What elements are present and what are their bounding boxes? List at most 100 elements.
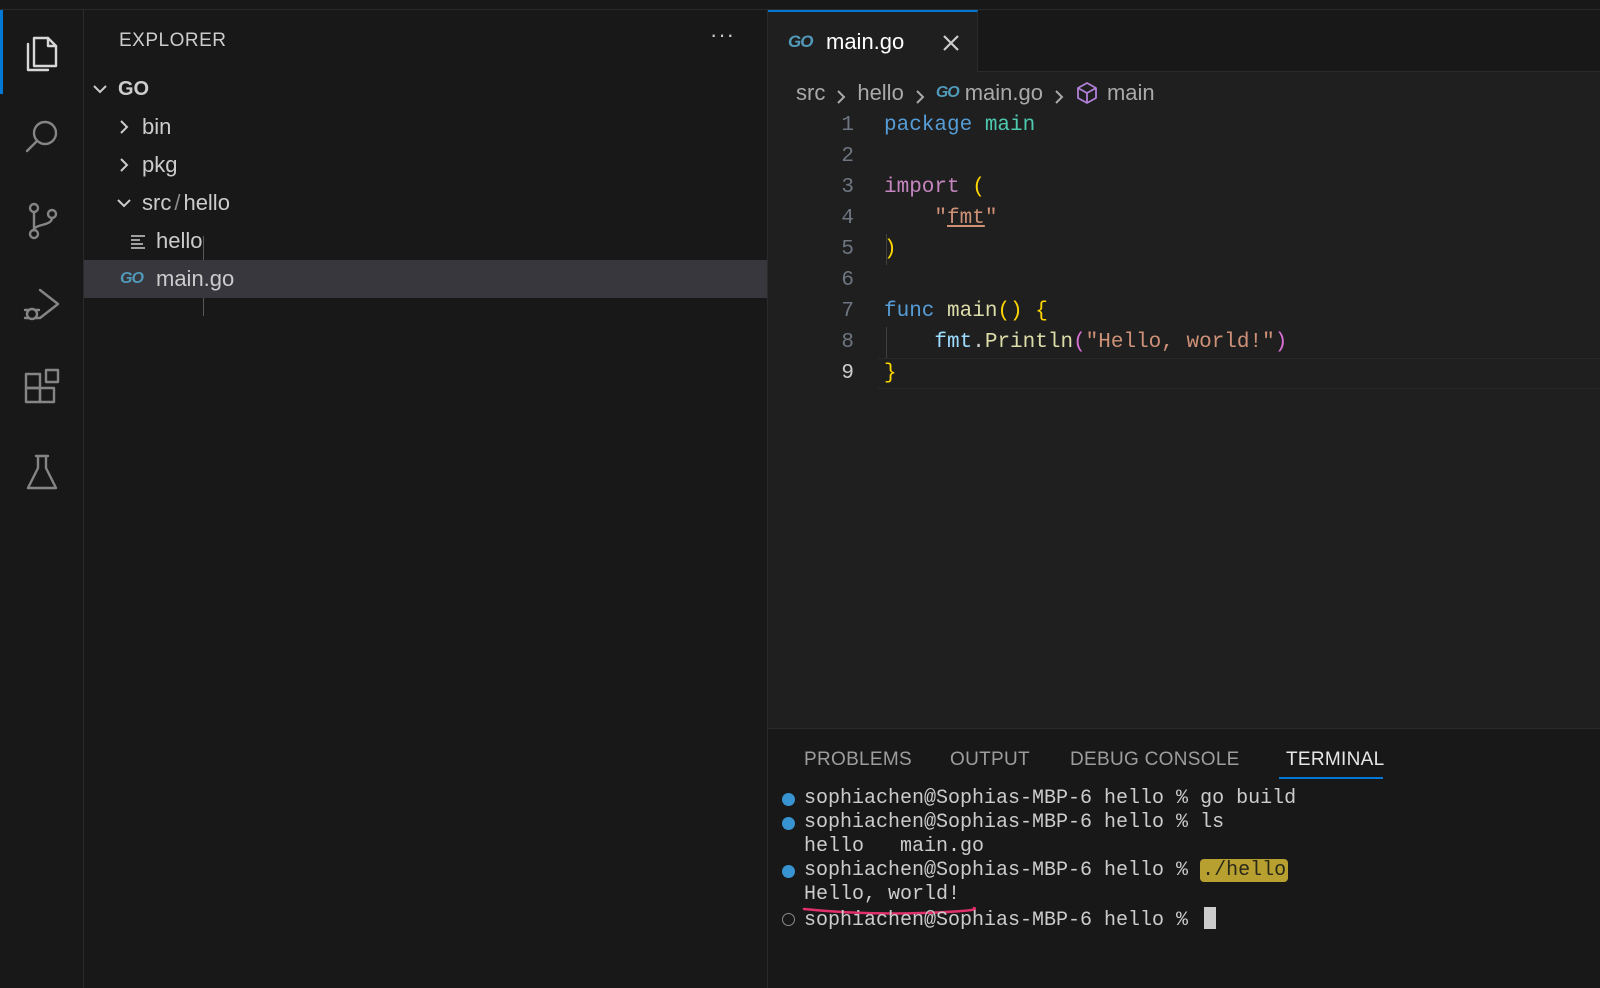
tree-item-pkg[interactable]: pkg	[84, 146, 767, 184]
extensions-icon	[24, 368, 60, 404]
line-number: 6	[841, 269, 854, 292]
code-line: 2	[768, 141, 1600, 172]
go-file-icon: GO	[935, 84, 960, 101]
line-number: 5	[841, 238, 854, 261]
tree-item-label: main.go	[156, 266, 235, 291]
terminal-line: sophiachen@Sophias-MBP-6 hello % ls	[804, 811, 1224, 835]
chevron-down-icon	[90, 79, 110, 99]
string-literal: "Hello, world!"	[1085, 331, 1275, 354]
tab-main-go[interactable]: GO main.go	[768, 10, 978, 72]
tab-terminal[interactable]: TERMINAL	[1286, 749, 1384, 771]
tree-item-src-hello[interactable]: src / hello	[84, 184, 767, 222]
terminal-prompt: sophiachen@Sophias-MBP-6 hello %	[804, 787, 1201, 810]
command-pending-icon	[782, 913, 795, 926]
go-file-icon: GO	[788, 32, 813, 51]
close-icon	[943, 35, 959, 51]
tree-item-main-go[interactable]: GO main.go	[84, 260, 767, 298]
source-control-activity-button[interactable]	[0, 178, 84, 262]
editor-area: GO main.go src hello GO main.go main 1 p…	[768, 10, 1600, 728]
extensions-activity-button[interactable]	[0, 346, 84, 430]
function-name: main	[947, 300, 998, 323]
line-number: 3	[841, 176, 854, 199]
tree-item-bin[interactable]: bin	[84, 108, 767, 146]
breadcrumb-item-main-go[interactable]: main.go	[965, 80, 1043, 106]
command-success-icon	[782, 865, 795, 878]
function-call: Println	[984, 331, 1074, 354]
keyword: package	[884, 114, 973, 137]
bracket: {	[1035, 300, 1048, 323]
line-number: 2	[841, 145, 854, 168]
dot: .	[972, 331, 985, 354]
active-tab-indicator	[1279, 777, 1383, 779]
keyword: func	[884, 300, 935, 323]
run-debug-icon	[23, 288, 60, 321]
line-number: 8	[841, 331, 854, 354]
bracket: (	[1073, 331, 1086, 354]
code-line: 6	[768, 265, 1600, 296]
terminal-line: sophiachen@Sophias-MBP-6 hello %	[804, 907, 1217, 932]
terminal-cursor	[1204, 907, 1217, 929]
editor-tab-strip: GO main.go	[768, 10, 1600, 72]
chevron-right-icon	[1051, 85, 1067, 104]
tab-problems[interactable]: PROBLEMS	[804, 749, 912, 771]
close-tab-button[interactable]	[940, 32, 962, 54]
bracket: )	[884, 238, 897, 261]
breadcrumb-item-main-symbol[interactable]: main	[1107, 80, 1155, 106]
tree-root-label: GO	[118, 77, 150, 100]
testing-activity-button[interactable]	[0, 430, 84, 514]
chevron-right-icon	[912, 85, 928, 104]
tab-debug-console[interactable]: DEBUG CONSOLE	[1070, 749, 1240, 771]
bracket: )	[1274, 331, 1288, 354]
go-file-icon: GO	[120, 270, 144, 287]
terminal-line: sophiachen@Sophias-MBP-6 hello % ./hello	[804, 859, 1289, 883]
tab-label: main.go	[826, 29, 905, 54]
bracket: }	[884, 362, 897, 385]
code-line: 1 package main	[768, 110, 1600, 141]
line-number: 4	[841, 207, 854, 230]
run-debug-activity-button[interactable]	[0, 262, 84, 346]
activity-bar	[0, 10, 84, 988]
search-icon	[25, 120, 58, 153]
line-number: 9	[841, 362, 854, 385]
tree-item-hello-binary[interactable]: hello	[84, 222, 767, 260]
tree-item-label: pkg	[142, 152, 178, 177]
tree-item-label-src: src	[142, 190, 172, 215]
tree-item-label: hello	[156, 228, 203, 253]
breadcrumb-item-src[interactable]: src	[796, 80, 825, 106]
chevron-right-icon	[114, 155, 134, 175]
code-line: 9 }	[768, 358, 1600, 389]
code-line: 3 import (	[768, 172, 1600, 203]
chevron-right-icon	[833, 85, 849, 104]
string-quote: "	[934, 207, 948, 230]
import-path: fmt	[947, 207, 985, 230]
bracket: (	[972, 176, 985, 199]
code-line: 5 )	[768, 234, 1600, 265]
terminal-command: go build	[1200, 787, 1297, 810]
highlighted-command: ./hello	[1200, 859, 1289, 882]
code-line: 8 fmt.Println("Hello, world!")	[768, 327, 1600, 358]
chevron-right-icon	[114, 117, 134, 137]
package-name: main	[984, 114, 1036, 137]
tree-root-go[interactable]: GO	[84, 70, 767, 108]
code-editor[interactable]: 1 package main 2 3 import ( 4 "fmt" 5 ) …	[768, 110, 1600, 410]
symbol-package-icon	[1075, 81, 1099, 105]
bottom-panel: PROBLEMS OUTPUT DEBUG CONSOLE TERMINAL s…	[768, 728, 1600, 988]
bracket: ()	[997, 300, 1023, 323]
explorer-title: EXPLORER	[119, 30, 227, 51]
more-actions-button[interactable]: ···	[710, 22, 735, 48]
code-line: 7 func main() {	[768, 296, 1600, 327]
source-control-icon	[28, 202, 58, 240]
search-activity-button[interactable]	[0, 94, 84, 178]
code-line: 4 "fmt"	[768, 203, 1600, 234]
terminal-command: ls	[1200, 811, 1225, 834]
terminal-prompt: sophiachen@Sophias-MBP-6 hello %	[804, 811, 1201, 834]
command-success-icon	[782, 793, 795, 806]
tab-output[interactable]: OUTPUT	[950, 749, 1030, 771]
terminal-prompt: sophiachen@Sophias-MBP-6 hello %	[804, 909, 1201, 932]
tree-item-label: bin	[142, 114, 172, 139]
breadcrumb-item-hello[interactable]: hello	[857, 80, 903, 106]
terminal-output-line: hello main.go	[804, 835, 985, 858]
explorer-activity-button[interactable]	[0, 10, 84, 94]
terminal-prompt: sophiachen@Sophias-MBP-6 hello %	[804, 859, 1201, 882]
title-bar-strip	[0, 0, 1600, 10]
